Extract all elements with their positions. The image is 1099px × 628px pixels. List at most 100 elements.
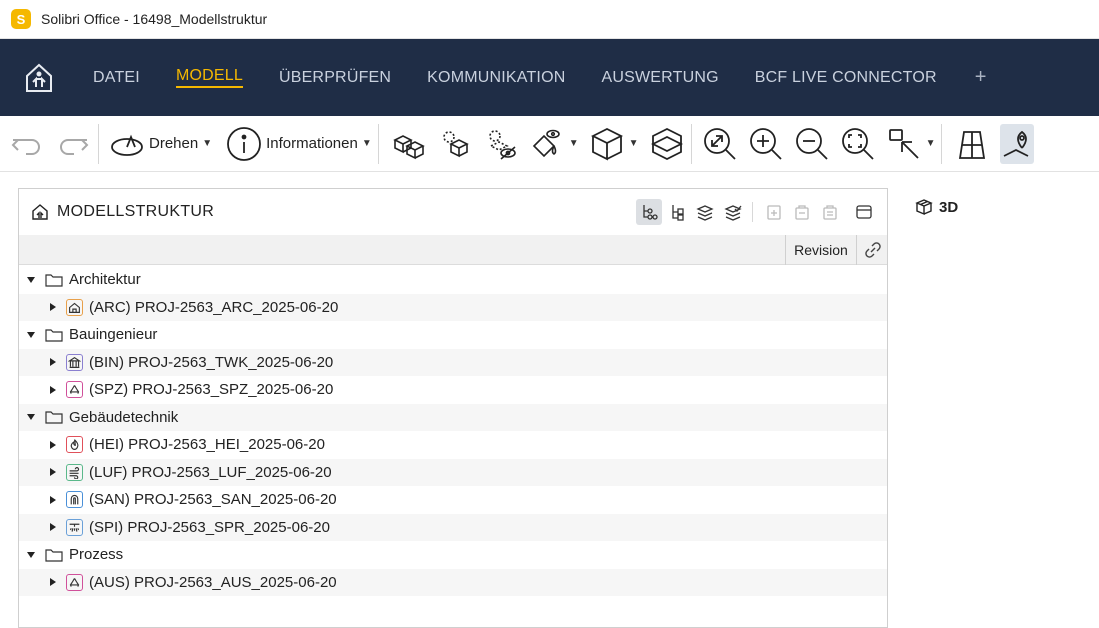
model-label: (ARC) PROJ-2563_ARC_2025-06-20 [89,298,339,316]
section-box-icon [650,127,683,160]
undo-icon [11,138,40,155]
model-label: (AUS) PROJ-2563_AUS_2025-06-20 [89,573,337,591]
window-icon [856,205,872,219]
building-icon [66,353,83,371]
cube-icon [590,127,623,160]
revision-column-header[interactable]: Revision [785,235,857,265]
hierarchy-view-button[interactable] [636,199,662,225]
link-column-button[interactable] [863,240,883,260]
information-button[interactable]: Informationen ▼ [226,124,372,164]
remove-model-button[interactable] [817,199,843,225]
tree-model-row[interactable]: (ARC) PROJ-2563_ARC_2025-06-20 [19,293,887,321]
menu-item-auswertung[interactable]: AUSWERTUNG [601,69,718,87]
model-toggle[interactable] [48,495,58,505]
information-dropdown-caret[interactable]: ▼ [362,138,372,149]
panel-window-button[interactable] [851,199,877,225]
layers-check-button[interactable] [720,199,746,225]
model-toggle[interactable] [48,357,58,367]
group-toggle[interactable] [26,330,36,340]
model-toggle[interactable] [48,522,58,532]
expand-caret-icon [27,331,35,338]
zoom-fit-button[interactable] [702,124,738,164]
group-toggle[interactable] [26,412,36,422]
tree-view-button[interactable] [664,199,690,225]
model-label: (SPI) PROJ-2563_SPR_2025-06-20 [89,518,330,536]
map-pin-icon [1004,130,1029,157]
tree-model-row[interactable]: (LUF) PROJ-2563_LUF_2025-06-20 [19,458,887,486]
hierarchy-icon [643,205,658,220]
tree-group-row[interactable]: Architektur [19,266,887,294]
tree-model-row[interactable]: (SPI) PROJ-2563_SPR_2025-06-20 [19,513,887,541]
menu-item-kommunikation[interactable]: KOMMUNIKATION [427,69,565,87]
view-cube-button[interactable]: ▼ [589,124,639,164]
cube-3d-icon [915,199,933,216]
home-button[interactable] [19,58,59,98]
group-toggle[interactable] [26,550,36,560]
menu-item-bcf-live-connector[interactable]: BCF LIVE CONNECTOR [755,69,937,87]
folder-icon [45,411,63,424]
main-menu-bar: DATEI MODELL ÜBERPRÜFEN KOMMUNIKATION AUSWER… [0,39,1099,116]
model-toggle[interactable] [48,440,58,450]
floor-plan-button[interactable] [954,124,990,164]
redo-button[interactable] [56,124,92,164]
add-model-button[interactable] [761,199,787,225]
group-toggle[interactable] [26,275,36,285]
tool-separator [752,202,753,222]
menu-item-datei[interactable]: DATEI [93,69,140,87]
add-file-icon [767,205,781,220]
model-toggle[interactable] [48,302,58,312]
model-structure-panel: MODELLSTRUKTUR Revision Architektur (ARC… [18,188,888,628]
window-titlebar: S Solibri Office - 16498_Modellstruktur [0,0,1099,39]
zoom-out-button[interactable] [794,124,830,164]
wind-icon [66,463,83,481]
show-all-button[interactable] [391,124,427,164]
collapse-caret-icon [50,495,56,504]
model-label: (BIN) PROJ-2563_TWK_2025-06-20 [89,353,334,371]
tab-3d[interactable]: 3D [915,198,958,216]
toolbar-separator [941,123,943,164]
tree-group-row[interactable]: Gebäudetechnik [19,403,887,431]
tree-icon [672,205,684,221]
collapse-caret-icon [50,385,56,394]
tree-model-row[interactable]: (HEI) PROJ-2563_HEI_2025-06-20 [19,431,887,459]
undo-button[interactable] [8,124,44,164]
tree-model-row[interactable]: (SPZ) PROJ-2563_SPZ_2025-06-20 [19,376,887,404]
transparency-dropdown-caret[interactable]: ▼ [569,138,579,149]
zoom-in-button[interactable] [748,124,784,164]
tree-model-row[interactable]: (BIN) PROJ-2563_TWK_2025-06-20 [19,348,887,376]
tree-group-row[interactable]: Bauingenieur [19,321,887,349]
add-tab-button[interactable]: + [975,66,987,89]
model-toolbar: Drehen ▼ Informationen ▼ ▼ ▼ ▼ [0,116,1099,172]
layers-button[interactable] [692,199,718,225]
select-mode-button[interactable]: ▼ [886,124,936,164]
select-box-button[interactable] [437,124,473,164]
rotate-button[interactable]: Drehen ▼ [109,124,212,164]
collapse-caret-icon [50,440,56,449]
model-structure-icon [32,204,48,220]
section-box-button[interactable] [649,124,685,164]
select-mode-dropdown-caret[interactable]: ▼ [926,138,936,149]
transparency-button[interactable]: ▼ [529,124,579,164]
tab-3d-label: 3D [939,198,959,216]
model-toggle[interactable] [48,577,58,587]
pipe-icon [66,491,83,509]
rotate-dropdown-caret[interactable]: ▼ [202,138,212,149]
lock-model-button[interactable] [789,199,815,225]
menu-item-überprüfen[interactable]: ÜBERPRÜFEN [279,69,391,87]
zoom-selection-icon [841,127,874,160]
model-toggle[interactable] [48,385,58,395]
zoom-selection-button[interactable] [840,124,876,164]
group-label: Bauingenieur [69,326,158,344]
layers-icon [696,205,714,221]
tree-model-row[interactable]: (SAN) PROJ-2563_SAN_2025-06-20 [19,486,887,514]
collapse-caret-icon [50,523,56,532]
view-cube-dropdown-caret[interactable]: ▼ [629,138,639,149]
collapse-caret-icon [50,303,56,312]
location-button[interactable] [1000,123,1035,164]
tree-group-row[interactable]: Prozess [19,541,887,569]
collapse-caret-icon [50,358,56,367]
hide-selection-button[interactable] [483,124,519,164]
model-toggle[interactable] [48,467,58,477]
menu-item-modell[interactable]: MODELL [175,67,243,88]
tree-model-row[interactable]: (AUS) PROJ-2563_AUS_2025-06-20 [19,568,887,596]
